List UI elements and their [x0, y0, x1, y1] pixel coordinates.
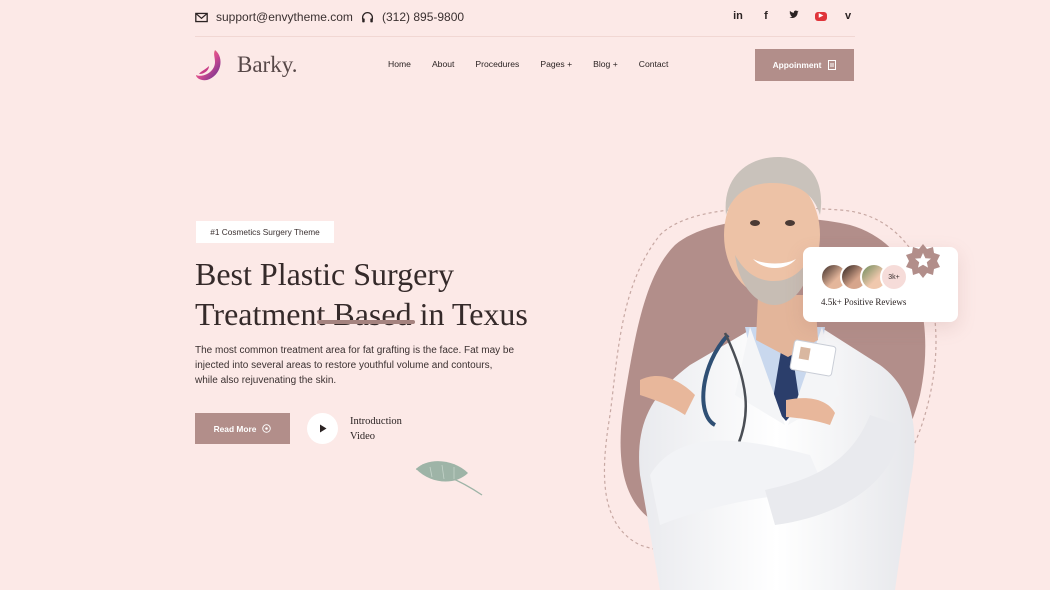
appointment-button[interactable]: Appoinment — [755, 49, 854, 81]
arrow-circle-icon — [262, 424, 272, 433]
reviews-text: 4.5k+ Positive Reviews — [821, 297, 907, 307]
nav-item-home[interactable]: Home — [388, 59, 411, 69]
nav-item-contact[interactable]: Contact — [639, 59, 669, 69]
nav-item-about[interactable]: About — [432, 59, 454, 69]
social-links: in f ▶ v — [731, 10, 855, 22]
hero-title-line2: Treatment Based in Texus — [195, 296, 528, 332]
main-nav: Home About Procedures Pages + Blog + Con… — [388, 59, 689, 69]
mail-icon — [195, 12, 208, 22]
play-icon — [319, 424, 326, 433]
intro-video-link[interactable]: Introduction Video — [350, 414, 420, 444]
doctor-illustration — [603, 157, 937, 590]
appointment-label: Appoinment — [772, 60, 822, 70]
youtube-icon[interactable]: ▶ — [815, 11, 827, 21]
email-contact[interactable]: support@envytheme.com — [195, 10, 353, 24]
vimeo-icon[interactable]: v — [841, 10, 855, 22]
title-underline — [317, 320, 415, 324]
nav-item-pages[interactable]: Pages + — [540, 59, 572, 69]
headset-icon — [361, 11, 374, 22]
logo-mark — [196, 50, 221, 81]
linkedin-icon[interactable]: in — [731, 10, 745, 22]
brand-name: Barky. — [237, 52, 298, 77]
nav-item-procedures[interactable]: Procedures — [475, 59, 519, 69]
reviewer-avatars: 3k+ — [820, 263, 908, 291]
email-text[interactable]: support@envytheme.com — [216, 10, 353, 24]
star-icon — [906, 244, 940, 278]
document-icon — [828, 60, 837, 70]
divider — [195, 36, 855, 37]
leaf-icon — [415, 461, 483, 496]
video-label-line1: Introduction — [350, 416, 402, 427]
phone-text[interactable]: (312) 895-9800 — [382, 10, 464, 24]
video-label-line2: Video — [350, 431, 376, 442]
facebook-icon[interactable]: f — [759, 10, 773, 22]
hero-badge: #1 Cosmetics Surgery Theme — [196, 221, 334, 243]
review-count-badge: 3k+ — [880, 263, 908, 291]
top-bar: support@envytheme.com (312) 895-9800 in … — [0, 0, 1050, 37]
hero-description: The most common treatment area for fat g… — [195, 345, 515, 386]
twitter-icon[interactable] — [787, 10, 801, 22]
logo[interactable]: Barky. — [195, 48, 297, 82]
phone-contact[interactable]: (312) 895-9800 — [361, 10, 464, 24]
play-video-button[interactable] — [307, 413, 338, 444]
read-more-button[interactable]: Read More — [195, 413, 290, 444]
read-more-label: Read More — [213, 423, 257, 434]
nav-item-blog[interactable]: Blog + — [593, 59, 618, 69]
hero-title-line1: Best Plastic Surgery — [195, 256, 454, 292]
